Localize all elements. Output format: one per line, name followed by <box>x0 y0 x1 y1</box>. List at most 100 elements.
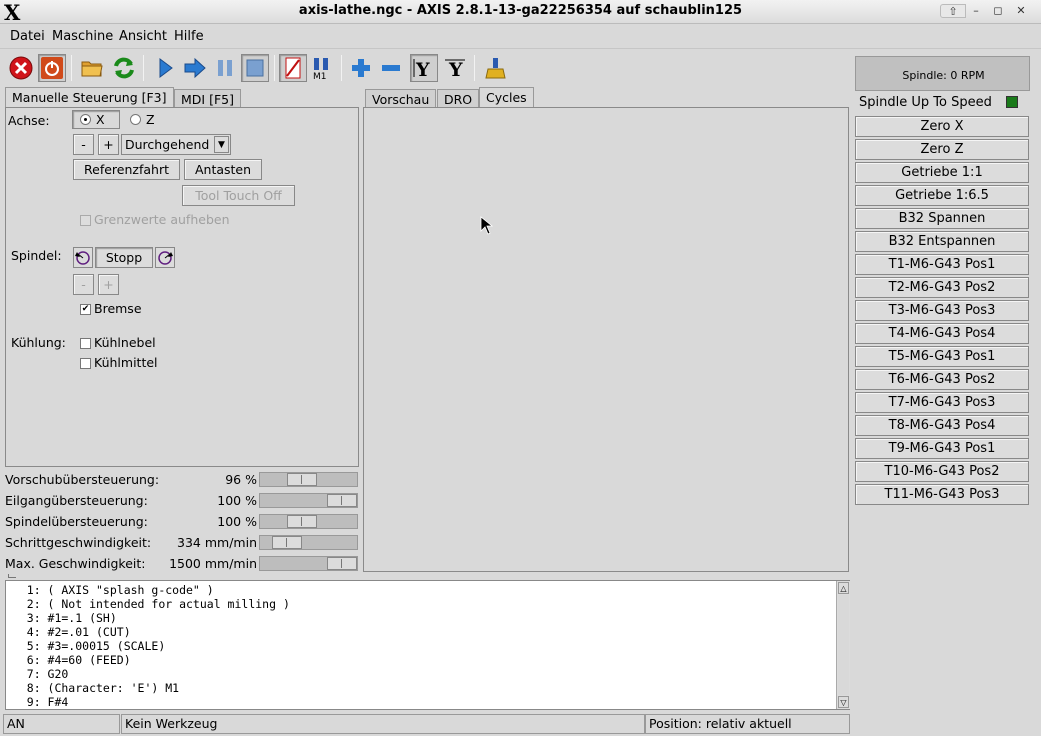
menu-bar: Datei Maschine Ansicht Hilfe <box>0 25 1041 49</box>
gcode-lines: 1: ( AXIS "splash g-code" ) 2: ( Not int… <box>6 583 836 709</box>
menu-ansicht[interactable]: Ansicht <box>119 29 167 44</box>
tool-status: Kein Werkzeug <box>121 714 645 734</box>
slider-thumb[interactable] <box>287 515 317 528</box>
svg-text:M1: M1 <box>313 72 327 80</box>
pause-icon[interactable] <box>211 54 239 82</box>
right-button[interactable]: T1-M6-G43 Pos1 <box>855 254 1029 275</box>
jog-mode-value: Durchgehend <box>125 137 210 152</box>
rapid-override-slider[interactable] <box>259 493 358 508</box>
spindle-override-value: 100 % <box>217 514 257 529</box>
flood-checkbox[interactable] <box>80 358 91 369</box>
right-button[interactable]: T9-M6-G43 Pos1 <box>855 438 1029 459</box>
window-menu-icon[interactable]: ⇧ <box>940 4 966 18</box>
right-button[interactable]: T7-M6-G43 Pos3 <box>855 392 1029 413</box>
power-icon[interactable] <box>38 54 66 82</box>
right-button[interactable]: T5-M6-G43 Pos1 <box>855 346 1029 367</box>
tab-vorschau[interactable]: Vorschau <box>365 89 437 109</box>
stop-icon[interactable] <box>241 54 269 82</box>
close-icon[interactable]: ✕ <box>1013 4 1029 18</box>
spindle-forward-icon[interactable] <box>155 247 175 268</box>
minimize-icon[interactable]: – <box>968 4 984 18</box>
jog-speed-label: Schrittgeschwindigkeit: <box>5 535 152 550</box>
optional-stop-icon[interactable]: M1 <box>308 54 336 82</box>
axis-label: Achse: <box>8 113 50 128</box>
tab-manual[interactable]: Manuelle Steuerung [F3] <box>5 87 174 109</box>
home-button[interactable]: Referenzfahrt <box>73 159 180 180</box>
right-button[interactable]: Getriebe 1:6.5 <box>855 185 1029 206</box>
max-velocity-slider[interactable] <box>259 556 358 571</box>
scroll-down-icon[interactable]: ▽ <box>838 696 849 708</box>
feed-override-label: Vorschubübersteuerung: <box>5 472 160 487</box>
view-y2-icon[interactable]: Y <box>441 54 469 82</box>
jog-plus-button[interactable]: + <box>98 134 119 155</box>
pane-grip[interactable] <box>8 574 16 578</box>
right-button[interactable]: B32 Spannen <box>855 208 1029 229</box>
zoom-in-icon[interactable] <box>347 54 375 82</box>
tab-dro[interactable]: DRO <box>437 89 480 109</box>
spindle-override-slider[interactable] <box>259 514 358 529</box>
spindle-reverse-icon[interactable] <box>73 247 93 268</box>
view-y-icon[interactable]: Y <box>410 54 438 82</box>
axis-x-radio[interactable]: X <box>72 110 120 129</box>
right-button[interactable]: T10-M6-G43 Pos2 <box>855 461 1029 482</box>
spindle-plus-button[interactable]: + <box>98 274 119 295</box>
tool-touch-off-button[interactable]: Tool Touch Off <box>182 185 295 206</box>
open-file-icon[interactable] <box>78 54 106 82</box>
right-button[interactable]: T11-M6-G43 Pos3 <box>855 484 1029 505</box>
gcode-line: 8: (Character: 'E') M1 <box>6 681 180 695</box>
menu-datei[interactable]: Datei <box>10 29 45 44</box>
maximize-icon[interactable]: ◻ <box>990 4 1006 18</box>
gcode-listing[interactable]: 1: ( AXIS "splash g-code" ) 2: ( Not int… <box>5 580 850 710</box>
jog-mode-select[interactable]: Durchgehend ▼ <box>121 134 231 155</box>
slider-thumb[interactable] <box>287 473 317 486</box>
rapid-override-value: 100 % <box>217 493 257 508</box>
right-button[interactable]: T2-M6-G43 Pos2 <box>855 277 1029 298</box>
zoom-out-icon[interactable] <box>377 54 405 82</box>
override-limits-checkbox[interactable] <box>80 215 91 226</box>
right-button[interactable]: Getriebe 1:1 <box>855 162 1029 183</box>
right-button[interactable]: B32 Entspannen <box>855 231 1029 252</box>
slider-thumb[interactable] <box>272 536 302 549</box>
axis-z-radio[interactable]: Z <box>129 110 169 129</box>
scrollbar-thumb[interactable] <box>838 595 849 695</box>
toolbar: M1 Y Y <box>0 50 852 88</box>
slider-thumb[interactable] <box>327 494 357 507</box>
right-button[interactable]: T4-M6-G43 Pos4 <box>855 323 1029 344</box>
gcode-line: 1: ( AXIS "splash g-code" ) <box>6 583 214 597</box>
scroll-up-icon[interactable]: △ <box>838 582 849 594</box>
tab-mdi[interactable]: MDI [F5] <box>174 89 241 109</box>
brake-checkbox[interactable]: ✔ <box>80 304 91 315</box>
menu-maschine[interactable]: Maschine <box>52 29 113 44</box>
jog-speed-slider[interactable] <box>259 535 358 550</box>
jog-minus-button[interactable]: - <box>73 134 94 155</box>
clear-plot-icon[interactable] <box>482 54 510 82</box>
right-button[interactable]: T8-M6-G43 Pos4 <box>855 415 1029 436</box>
spindle-minus-button[interactable]: - <box>73 274 94 295</box>
machine-state: AN <box>3 714 120 734</box>
axis-x-label: X <box>96 112 105 127</box>
gcode-line: 5: #3=.00015 (SCALE) <box>6 639 166 653</box>
cycles-panel[interactable] <box>363 107 849 572</box>
right-button[interactable]: T6-M6-G43 Pos2 <box>855 369 1029 390</box>
right-button[interactable]: Zero X <box>855 116 1029 137</box>
right-button[interactable]: Zero Z <box>855 139 1029 160</box>
block-delete-icon[interactable] <box>279 54 307 82</box>
reload-icon[interactable] <box>110 54 138 82</box>
overrides-panel: Vorschubübersteuerung: 96 % Eilgangübers… <box>0 470 362 575</box>
gcode-line: 6: #4=60 (FEED) <box>6 653 131 667</box>
tab-cycles[interactable]: Cycles <box>479 87 534 109</box>
menu-hilfe[interactable]: Hilfe <box>174 29 204 44</box>
spindle-up-to-speed-label: Spindle Up To Speed <box>859 95 992 110</box>
feed-override-slider[interactable] <box>259 472 358 487</box>
estop-icon[interactable] <box>7 54 35 82</box>
axis-z-label: Z <box>146 112 155 127</box>
run-icon[interactable] <box>151 54 179 82</box>
right-button[interactable]: T3-M6-G43 Pos3 <box>855 300 1029 321</box>
mist-checkbox[interactable] <box>80 338 91 349</box>
gcode-scrollbar[interactable]: △ ▽ <box>836 581 850 709</box>
slider-thumb[interactable] <box>327 557 357 570</box>
mouse-cursor-icon <box>480 216 494 235</box>
step-icon[interactable] <box>181 54 209 82</box>
touch-off-button[interactable]: Antasten <box>184 159 262 180</box>
spindle-stop-button[interactable]: Stopp <box>95 247 153 268</box>
